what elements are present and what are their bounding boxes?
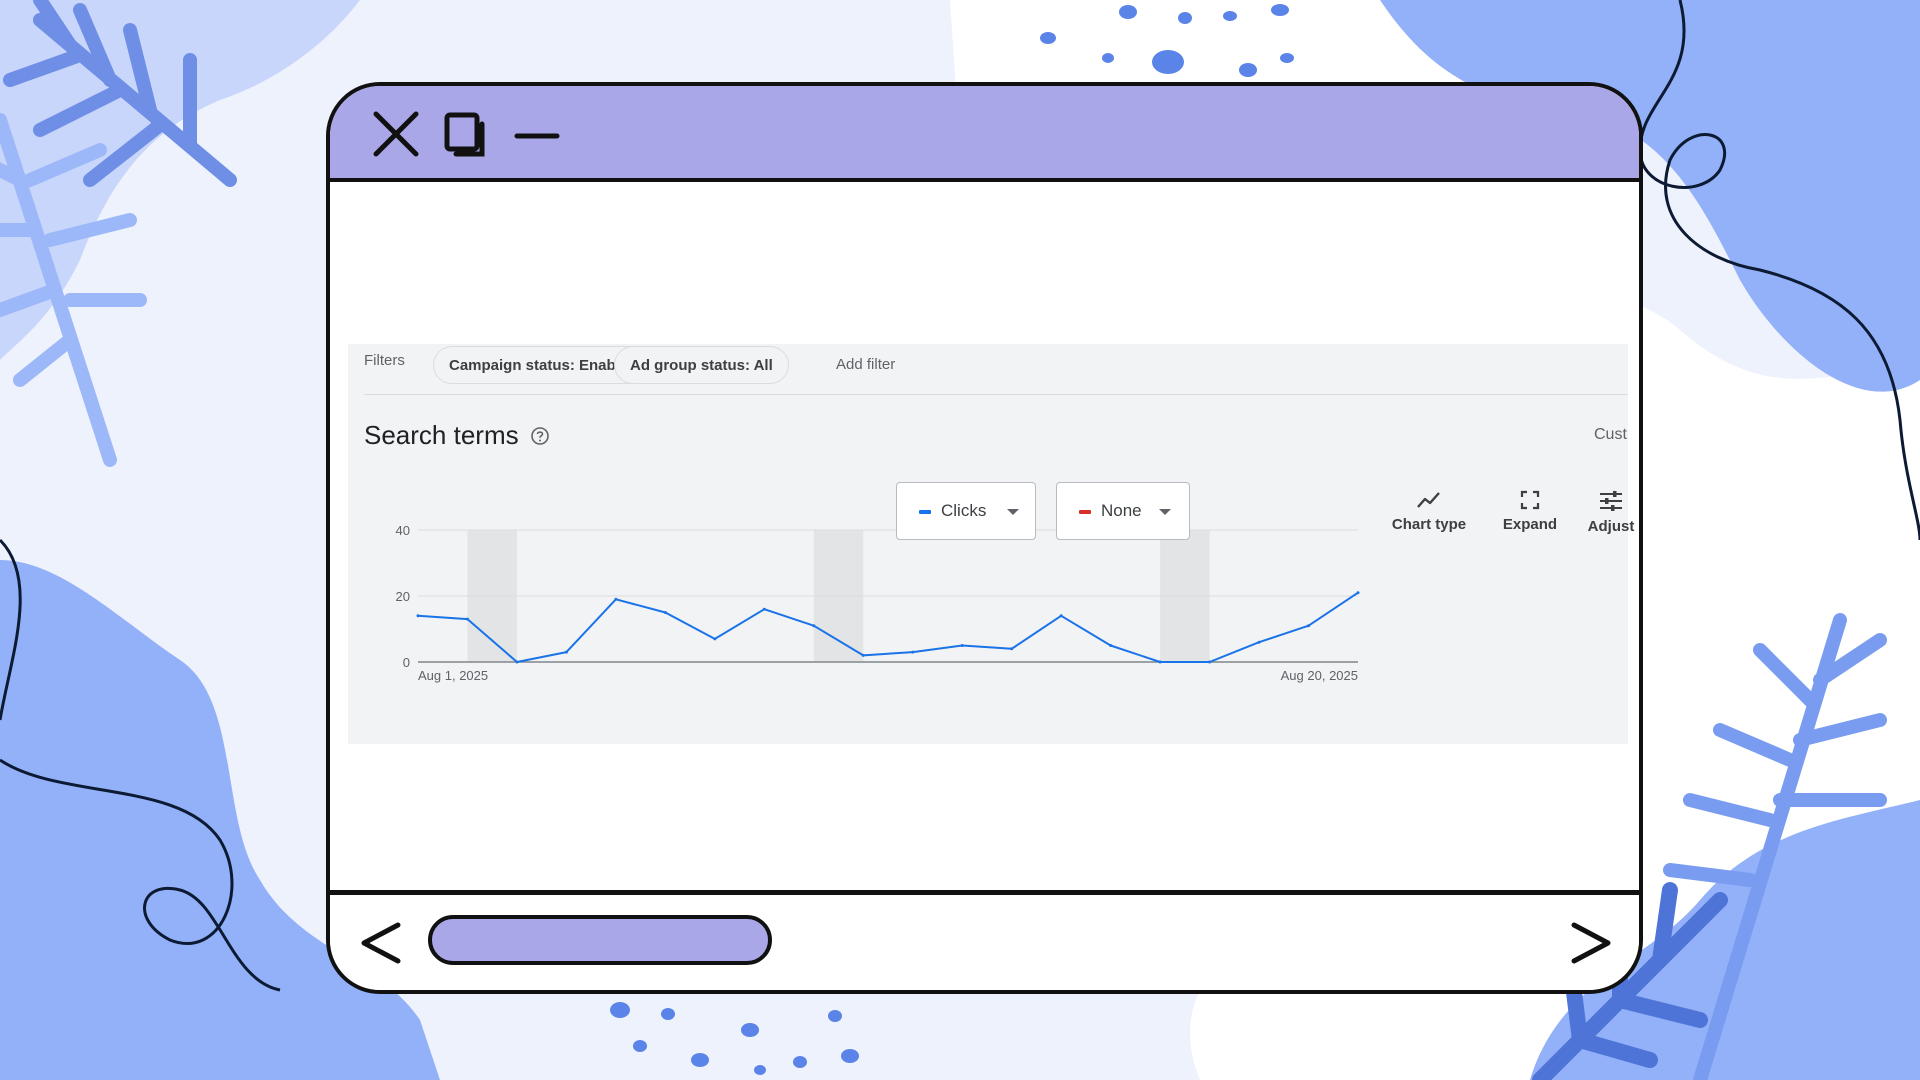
data-point [812, 624, 816, 628]
data-point [713, 637, 717, 641]
metric-label-none: None [1101, 501, 1142, 520]
data-point [960, 644, 964, 647]
line-chart-icon [1417, 492, 1440, 508]
x-tick-label-start: Aug 1, 2025 [418, 668, 488, 683]
metric-selector-none[interactable]: None [1056, 482, 1190, 540]
adjust-label: Adjust [1587, 518, 1635, 535]
clicks-swatch [919, 510, 931, 514]
data-point [416, 614, 420, 618]
none-swatch [1079, 510, 1091, 514]
data-point [1307, 624, 1311, 628]
data-point [1109, 644, 1113, 647]
y-tick-label: 0 [403, 655, 410, 670]
data-point [1356, 591, 1360, 595]
minimize-icon[interactable] [514, 132, 560, 140]
data-point [564, 650, 568, 654]
x-tick-label-end: Aug 20, 2025 [1281, 668, 1358, 683]
y-tick-label: 20 [396, 589, 410, 604]
maximize-icon[interactable] [444, 112, 488, 158]
expand-button[interactable]: Expand [1492, 490, 1568, 533]
metric-selector-clicks[interactable]: Clicks [896, 482, 1036, 540]
back-arrow-icon[interactable] [360, 921, 402, 965]
data-point [1010, 647, 1014, 651]
data-point [861, 653, 865, 657]
data-point [465, 617, 469, 621]
expand-label: Expand [1502, 516, 1558, 533]
search-terms-panel: Filters Campaign status: Enabled Ad grou… [348, 344, 1634, 744]
data-point [1257, 640, 1261, 644]
scrollbar-thumb[interactable] [428, 915, 772, 965]
adjust-button[interactable]: Adjust [1578, 490, 1639, 535]
y-tick-label: 40 [396, 523, 410, 538]
data-point [663, 611, 667, 614]
metric-label-clicks: Clicks [941, 501, 987, 520]
expand-icon [1520, 490, 1540, 510]
data-point [1208, 660, 1212, 664]
close-icon[interactable] [372, 110, 420, 158]
forward-arrow-icon[interactable] [1570, 921, 1612, 965]
browser-window: Filters Campaign status: Enabled Ad grou… [326, 82, 1643, 994]
data-point [515, 660, 519, 664]
data-point [911, 650, 915, 654]
data-point [762, 607, 766, 611]
adjust-icon [1600, 491, 1622, 511]
data-point [614, 597, 618, 601]
data-point [1158, 660, 1162, 664]
bottom-navigation-bar [330, 890, 1639, 990]
chart-type-label: Chart type [1391, 516, 1467, 533]
title-bar [330, 86, 1639, 182]
clicks-line-chart: 0 20 40 Aug 1, 2025 Aug 20, 2025 [396, 523, 1360, 683]
data-point [1059, 614, 1063, 618]
chevron-down-icon [1159, 509, 1171, 515]
chevron-down-icon [1007, 509, 1019, 515]
chart-type-button[interactable]: Chart type [1374, 490, 1484, 533]
series-line-clicks [417, 591, 1359, 663]
